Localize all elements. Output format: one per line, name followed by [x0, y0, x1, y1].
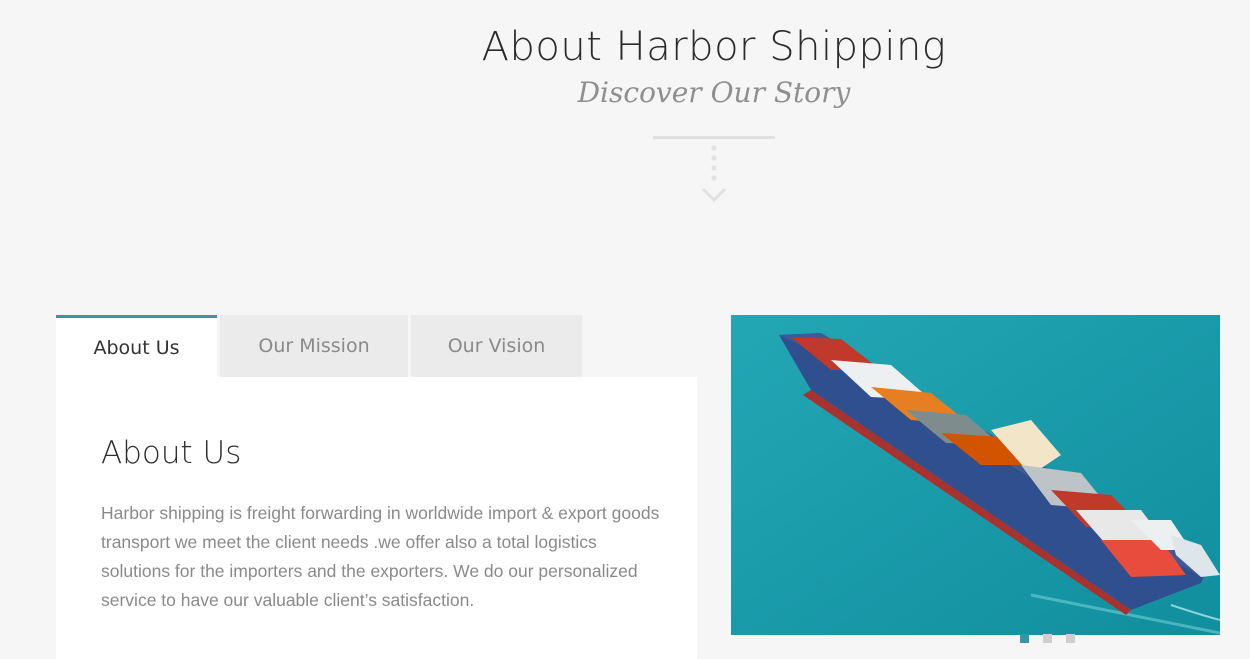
tab-about-us[interactable]: About Us [56, 315, 217, 377]
tab-our-mission[interactable]: Our Mission [220, 315, 408, 377]
page-subtitle: Discover Our Story [577, 76, 851, 109]
slider-dot-1[interactable] [1020, 634, 1029, 643]
panel-heading: About Us [101, 435, 242, 471]
page-title: About Harbor Shipping [481, 24, 947, 70]
tab-our-vision[interactable]: Our Vision [411, 315, 582, 377]
slider-dot-3[interactable] [1066, 634, 1075, 643]
panel-text: Harbor shipping is freight forwarding in… [101, 503, 660, 610]
scroll-down-icon[interactable] [700, 144, 728, 206]
tab-panel: About Us Harbor shipping is freight forw… [56, 377, 697, 659]
slider-pager [1020, 634, 1075, 643]
title-divider [653, 136, 775, 139]
slider-dot-2[interactable] [1043, 634, 1052, 643]
info-tabs: About Us Our Mission Our Vision [56, 315, 585, 377]
cargo-ship-image [731, 315, 1220, 635]
